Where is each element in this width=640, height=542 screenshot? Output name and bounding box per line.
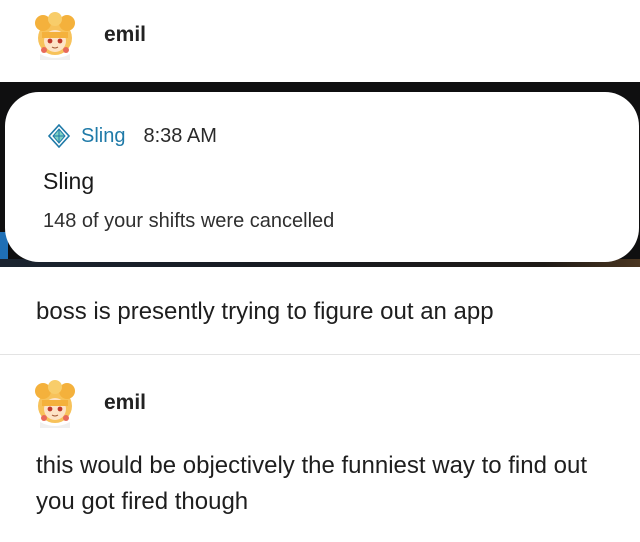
embedded-screenshot: Sling 8:38 AM Sling 148 of your shifts w… bbox=[0, 82, 640, 267]
notification-title: Sling bbox=[43, 168, 95, 194]
user-avatar[interactable] bbox=[30, 10, 80, 60]
post-divider bbox=[0, 354, 640, 355]
sling-logo-icon bbox=[47, 124, 71, 148]
notification-card[interactable]: Sling 8:38 AM Sling 148 of your shifts w… bbox=[5, 92, 639, 262]
username[interactable]: emil bbox=[104, 23, 146, 47]
notification-app-name: Sling bbox=[81, 124, 126, 147]
username[interactable]: emil bbox=[104, 391, 146, 415]
avatar-illustration-icon bbox=[30, 378, 80, 428]
post-text: this would be objectively the funniest w… bbox=[36, 452, 587, 515]
user-avatar[interactable] bbox=[30, 378, 80, 428]
notification-body: 148 of your shifts were cancelled bbox=[43, 210, 335, 232]
avatar-illustration-icon bbox=[30, 10, 80, 60]
post-header-2: emil bbox=[30, 378, 146, 428]
post-text: boss is presently trying to figure out a… bbox=[36, 298, 494, 325]
post-header-1: emil bbox=[30, 10, 146, 60]
notification-time: 8:38 AM bbox=[143, 124, 217, 147]
notification-header: Sling 8:38 AM bbox=[47, 124, 217, 148]
